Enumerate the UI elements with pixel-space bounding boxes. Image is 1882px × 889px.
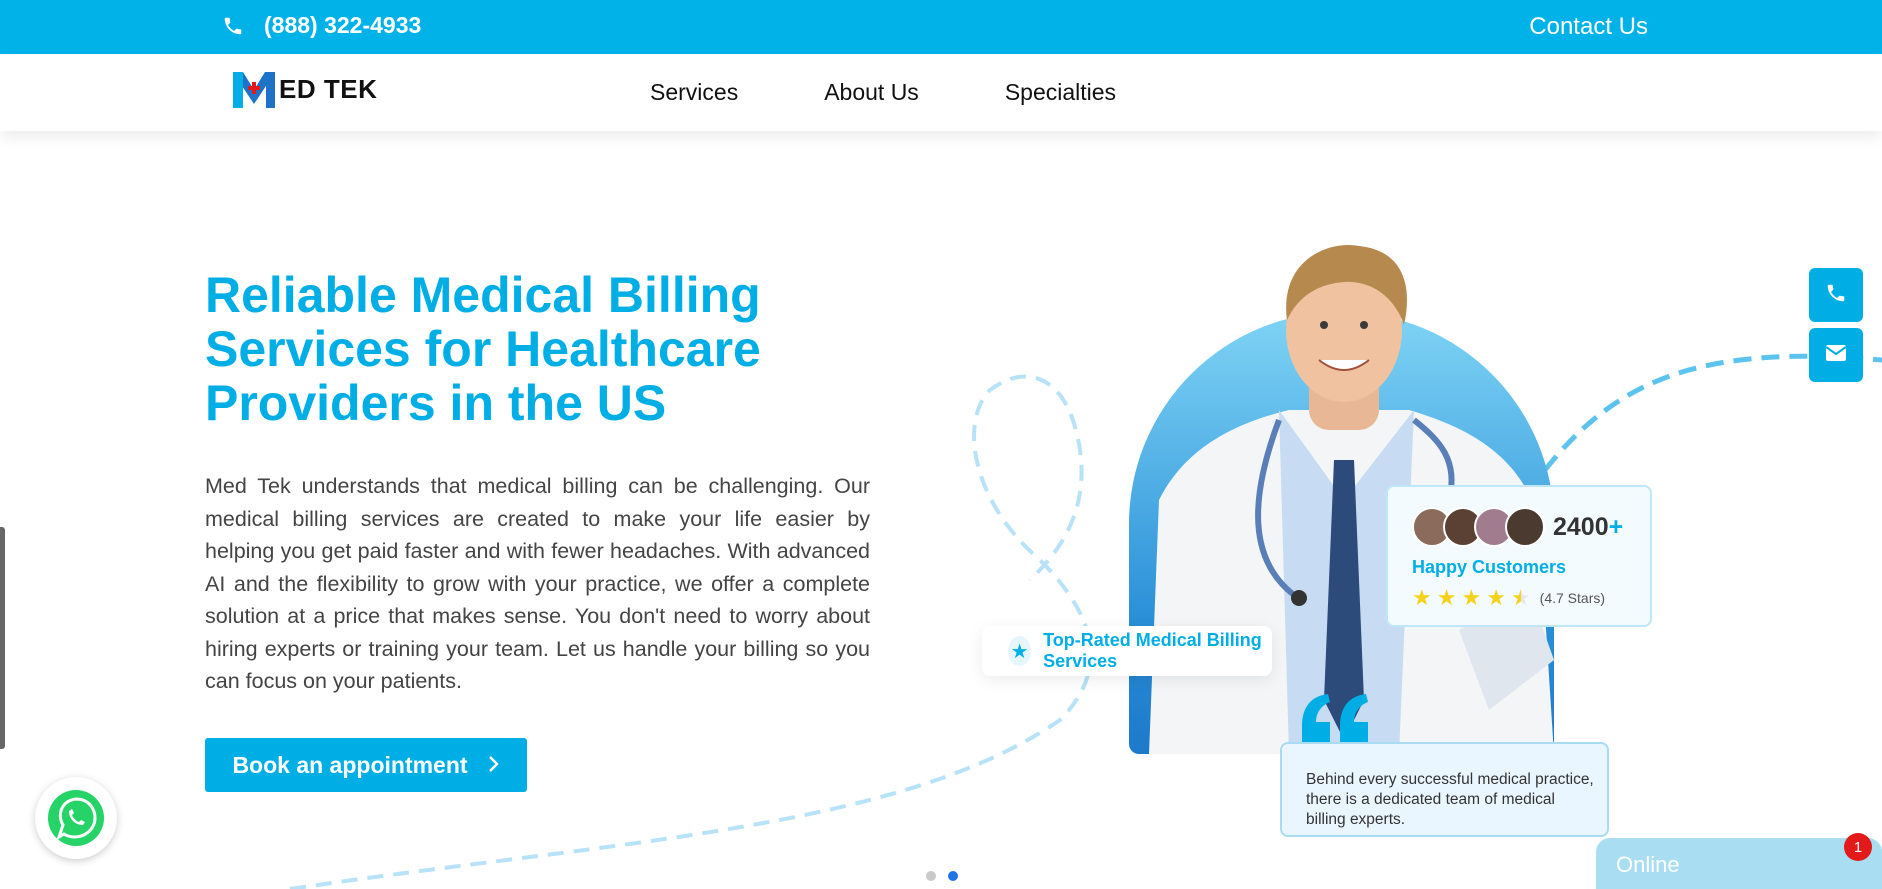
hero-title: Reliable Medical Billing Services for He… bbox=[205, 267, 761, 431]
book-appointment-button[interactable]: Book an appointment bbox=[205, 738, 527, 792]
chevron-right-icon bbox=[488, 752, 500, 779]
chat-widget[interactable]: Online bbox=[1596, 838, 1882, 889]
star-icon: ★ bbox=[1461, 585, 1482, 610]
happy-customers-card: 2400+ Happy Customers ★ ★ ★ ★ ★ (4.7 Sta… bbox=[1386, 485, 1652, 627]
avatar bbox=[1505, 507, 1545, 547]
hero-description: Med Tek understands that medical billing… bbox=[205, 474, 870, 693]
book-appointment-label: Book an appointment bbox=[232, 751, 468, 778]
star-icon: ★ bbox=[1436, 585, 1457, 610]
star-rating: ★ ★ ★ ★ ★ (4.7 Stars) bbox=[1412, 587, 1605, 609]
happy-customers-label: Happy Customers bbox=[1412, 557, 1567, 577]
envelope-icon bbox=[1825, 344, 1847, 367]
side-edge-tab[interactable] bbox=[0, 527, 5, 749]
star-icon: ★ bbox=[1008, 636, 1032, 666]
star-icon: ★ bbox=[1412, 585, 1432, 610]
top-rated-card: ★ Top-Rated Medical Billing Services bbox=[982, 626, 1272, 676]
quote-text: Behind every successful medical practice… bbox=[1306, 771, 1594, 828]
phone-icon bbox=[1825, 282, 1847, 309]
rating-text: (4.7 Stars) bbox=[1539, 590, 1606, 606]
floating-call-button[interactable] bbox=[1809, 268, 1863, 322]
whatsapp-button[interactable] bbox=[35, 777, 117, 859]
floating-email-button[interactable] bbox=[1809, 328, 1863, 382]
carousel-dots bbox=[926, 871, 958, 881]
top-rated-label: Top-Rated Medical Billing Services bbox=[1043, 630, 1262, 671]
chat-notification-badge: 1 bbox=[1844, 833, 1872, 861]
star-icon: ★ bbox=[1486, 585, 1506, 610]
whatsapp-icon bbox=[48, 790, 104, 846]
carousel-dot[interactable] bbox=[926, 871, 936, 881]
half-star-icon: ★ bbox=[1510, 585, 1531, 610]
customer-avatars bbox=[1412, 507, 1545, 547]
carousel-dot-active[interactable] bbox=[948, 871, 958, 881]
quote-card: Behind every successful medical practice… bbox=[1280, 742, 1609, 837]
customer-count: 2400+ bbox=[1553, 513, 1624, 541]
chat-status: Online bbox=[1616, 852, 1680, 877]
